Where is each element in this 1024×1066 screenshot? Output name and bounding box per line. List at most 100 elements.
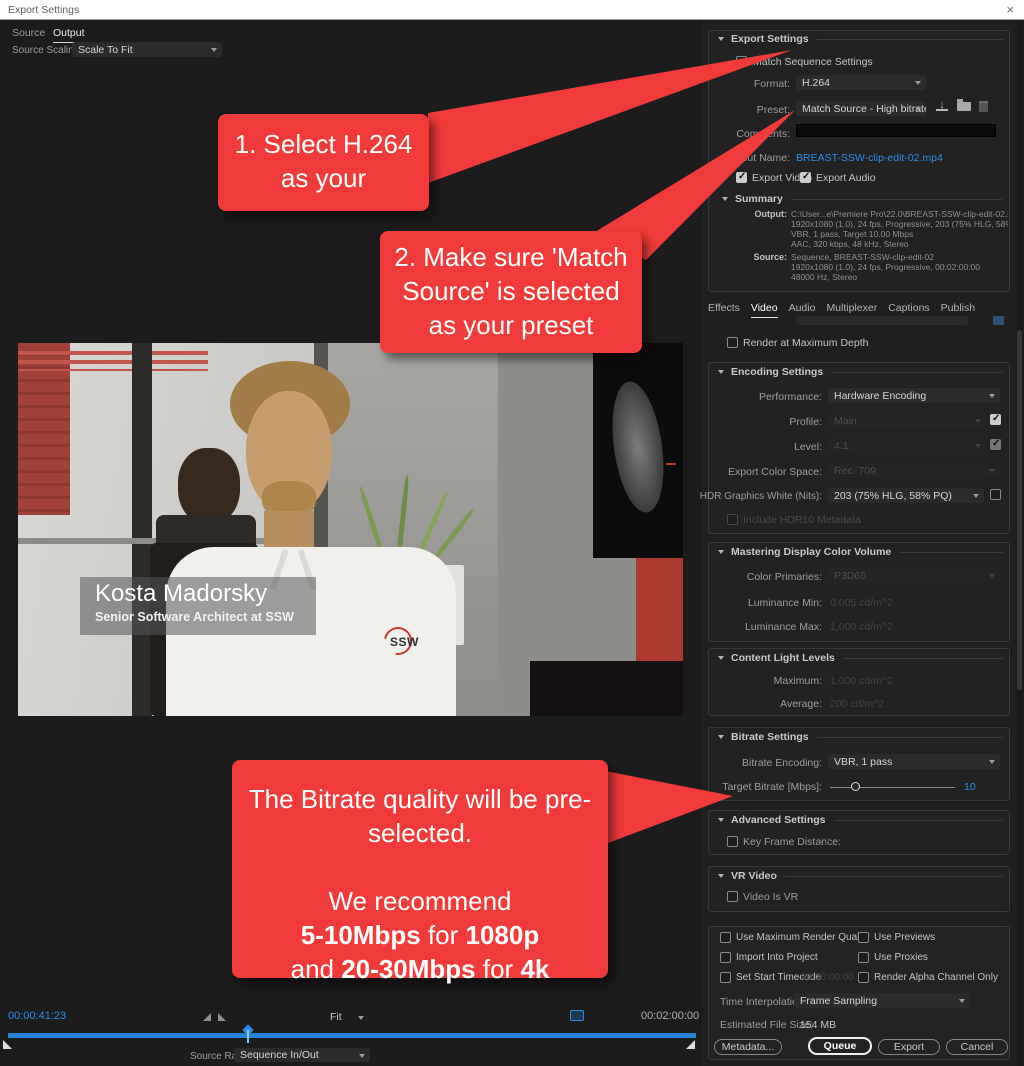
window-frame-bar [132, 343, 152, 716]
set-start-timecode-checkbox[interactable] [720, 972, 731, 983]
target-bitrate-value[interactable]: 10 [964, 781, 976, 793]
match-sequence-checkbox[interactable] [736, 56, 747, 67]
chevron-down-icon [915, 81, 921, 85]
callout-line: as your [218, 161, 429, 195]
max-render-quality-label: Use Maximum Render Quality [736, 932, 869, 943]
time-interpolation-dropdown[interactable]: Frame Sampling [794, 993, 970, 1008]
summary-output-line: VBR, 1 pass, Target 10.00 Mbps [791, 229, 1008, 239]
chevron-down-icon [989, 760, 995, 764]
delete-preset-icon[interactable] [979, 101, 988, 112]
callout-line: 5-10Mbps for 1080p [232, 918, 608, 952]
timeline-scrubber[interactable] [8, 1033, 696, 1038]
out-point-icon[interactable] [218, 1013, 226, 1021]
tab-effects[interactable]: Effects [708, 302, 740, 318]
encoding-settings-header[interactable]: Encoding Settings [718, 366, 1003, 378]
luminance-min-label: Luminance Min: [694, 597, 822, 609]
advanced-header[interactable]: Advanced Settings [718, 814, 1003, 826]
chevron-down-icon [211, 48, 217, 52]
chevron-down-icon [718, 735, 724, 739]
mastering-header[interactable]: Mastering Display Color Volume [718, 546, 1003, 558]
chevron-down-icon [959, 999, 965, 1003]
callout-text: for [476, 954, 521, 984]
chevron-down-icon [718, 37, 724, 41]
chevron-down-icon [718, 818, 724, 822]
chevron-down-icon [989, 469, 995, 473]
content-light-header[interactable]: Content Light Levels [718, 652, 1003, 664]
luminance-min-value: 0.005 cd/m^2 [830, 597, 893, 609]
video-is-vr-checkbox[interactable] [727, 891, 738, 902]
video-preview[interactable]: SSW Kosta Madorsky Senior Software Archi… [18, 343, 683, 716]
level-checkbox[interactable] [990, 439, 1001, 450]
monitor-icon[interactable] [570, 1010, 584, 1021]
clipped-aspect-dropdown[interactable] [796, 316, 968, 325]
range-start-handle[interactable] [3, 1040, 12, 1049]
summary-header[interactable]: Summary [722, 193, 1002, 205]
comments-input[interactable] [796, 124, 996, 137]
clipped-checkbox[interactable] [993, 316, 1004, 325]
callout-match-source: 2. Make sure 'Match Source' is selected … [380, 231, 642, 353]
queue-button[interactable]: Queue [808, 1037, 872, 1055]
current-timecode[interactable]: 00:00:41:23 [8, 1010, 66, 1022]
tab-video[interactable]: Video [751, 302, 778, 318]
scrollbar-thumb[interactable] [1017, 330, 1022, 690]
zoom-level-dropdown[interactable]: Fit [330, 1011, 342, 1023]
callout-bold: 1080p [465, 920, 539, 950]
export-audio-checkbox[interactable] [800, 172, 811, 183]
render-alpha-checkbox[interactable] [858, 972, 869, 983]
profile-label: Profile: [694, 416, 822, 428]
max-render-quality-checkbox[interactable] [720, 932, 731, 943]
color-primaries-value: P3D65 [834, 570, 866, 582]
tab-source[interactable]: Source [12, 27, 45, 39]
target-bitrate-slider-knob[interactable] [851, 782, 860, 791]
chevron-down-icon [975, 444, 981, 448]
callout-text: for [421, 920, 466, 950]
summary-source-line: Sequence, BREAST-SSW-clip-edit-02 [791, 252, 1008, 262]
chevron-down-icon [989, 394, 995, 398]
metadata-button[interactable]: Metadata... [714, 1039, 782, 1055]
export-settings-header[interactable]: Export Settings [718, 33, 1003, 45]
hdr-white-checkbox[interactable] [990, 489, 1001, 500]
chevron-down-icon [358, 1016, 364, 1020]
import-into-project-checkbox[interactable] [720, 952, 731, 963]
format-label: Format: [690, 78, 790, 90]
vr-header[interactable]: VR Video [718, 870, 1003, 882]
close-icon[interactable]: × [1006, 2, 1014, 17]
output-name-link[interactable]: BREAST-SSW-clip-edit-02.mp4 [796, 152, 943, 164]
xray-annotation [666, 463, 676, 465]
summary-output-label: Output: [737, 209, 787, 219]
render-max-depth-checkbox[interactable] [727, 337, 738, 348]
bitrate-header[interactable]: Bitrate Settings [718, 731, 1003, 743]
performance-dropdown[interactable]: Hardware Encoding [828, 388, 1000, 403]
vr-header-label: VR Video [731, 870, 777, 882]
export-video-checkbox[interactable] [736, 172, 747, 183]
callout-line: selected. [232, 816, 608, 850]
keyframe-checkbox[interactable] [727, 836, 738, 847]
light-avg-value: 200 cd/m^2 [830, 698, 884, 710]
use-proxies-checkbox[interactable] [858, 952, 869, 963]
export-colorspace-label: Export Color Space: [694, 466, 822, 478]
export-button[interactable]: Export [878, 1039, 940, 1055]
range-end-handle[interactable] [686, 1040, 695, 1049]
playhead-line [247, 1030, 249, 1043]
preset-dropdown[interactable]: Match Source - High bitrate [796, 101, 926, 116]
preset-value: Match Source - High bitrate [802, 103, 926, 115]
in-point-icon[interactable] [203, 1013, 211, 1021]
bitrate-encoding-dropdown[interactable]: VBR, 1 pass [828, 754, 1000, 769]
import-preset-icon[interactable] [957, 102, 971, 111]
save-preset-icon[interactable]: ↓ [936, 100, 948, 111]
source-range-dropdown[interactable]: Sequence In/Out [234, 1048, 370, 1062]
callout-bold: 20-30Mbps [341, 954, 475, 984]
red-railing [18, 351, 208, 371]
render-max-depth-label: Render at Maximum Depth [743, 337, 868, 349]
source-scaling-dropdown[interactable]: Scale To Fit [72, 42, 222, 57]
use-previews-checkbox[interactable] [858, 932, 869, 943]
profile-checkbox[interactable] [990, 414, 1001, 425]
speaker-name: Kosta Madorsky [95, 580, 316, 608]
callout-spacer [232, 850, 608, 884]
hdr-white-dropdown[interactable]: 203 (75% HLG, 58% PQ) [828, 488, 984, 503]
cancel-button[interactable]: Cancel [946, 1039, 1008, 1055]
callout-line: and 20-30Mbps for 4k [232, 952, 608, 986]
target-bitrate-slider-track[interactable] [830, 787, 955, 788]
format-dropdown[interactable]: H.264 [796, 75, 926, 90]
tab-output[interactable]: Output [53, 27, 85, 43]
